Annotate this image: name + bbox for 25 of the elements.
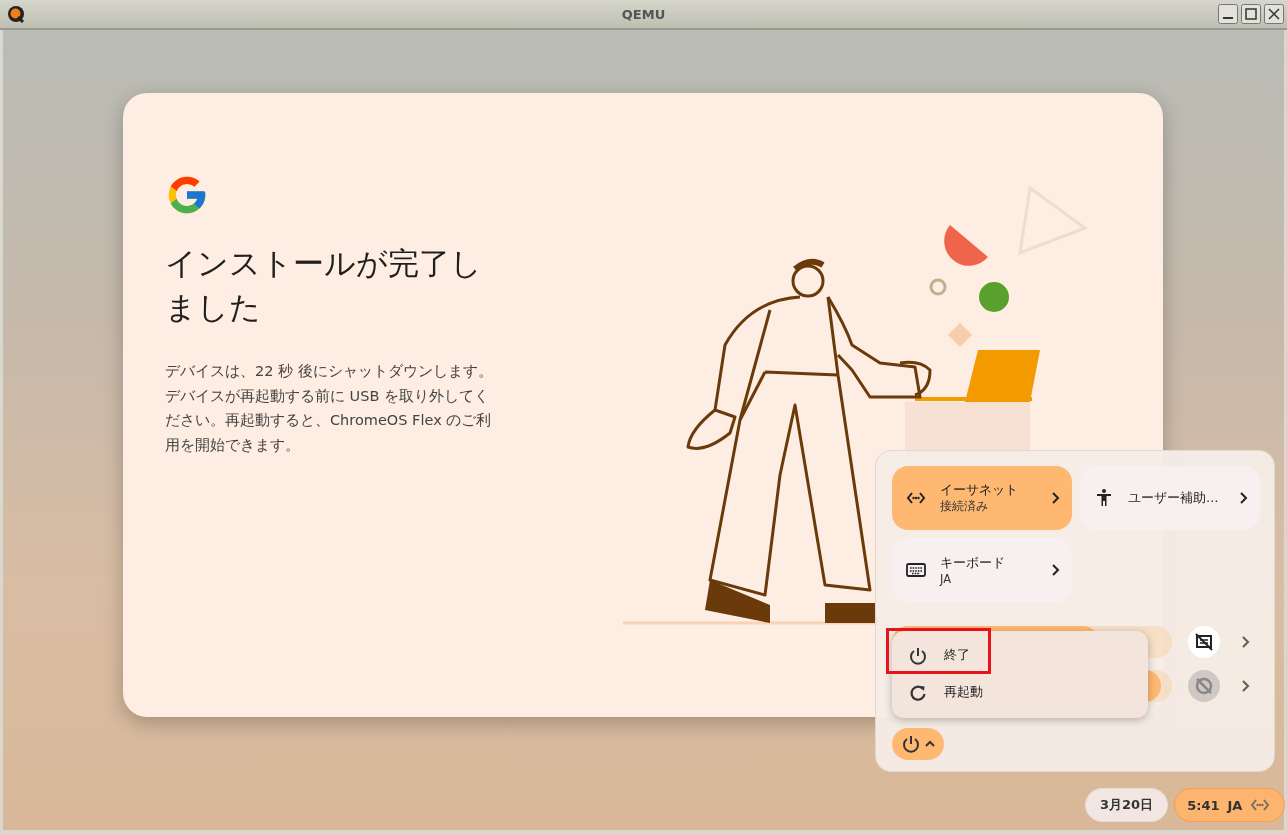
quick-settings-tile[interactable]: イーサネット 接続済み: [892, 466, 1072, 530]
chevron-right-icon: [1238, 491, 1248, 505]
display-off-button[interactable]: [1188, 626, 1220, 658]
date-button[interactable]: 3月20日: [1085, 788, 1169, 822]
power-menu-item[interactable]: 終了: [892, 637, 1148, 674]
status-tray-button[interactable]: 5:41 JA: [1174, 788, 1286, 822]
quick-settings-tile[interactable]: キーボード JA: [892, 538, 1072, 602]
maximize-button[interactable]: [1241, 4, 1261, 24]
power-icon: [908, 645, 928, 666]
chevron-right-icon[interactable]: [1240, 679, 1250, 693]
close-button[interactable]: [1264, 4, 1284, 24]
accessibility-icon: [1094, 488, 1114, 508]
quick-settings-tile[interactable]: ユーザー補助…: [1080, 466, 1260, 530]
chevron-right-icon[interactable]: [1240, 635, 1250, 649]
power-icon: [900, 734, 921, 754]
minimize-button[interactable]: [1218, 4, 1238, 24]
power-button[interactable]: [892, 728, 944, 760]
chevron-right-icon: [1050, 491, 1060, 505]
window-title: QEMU: [621, 6, 666, 22]
power-menu-item[interactable]: 再起動: [892, 674, 1148, 711]
chevron-right-icon: [1050, 563, 1060, 577]
app-logo-icon: [7, 5, 25, 23]
setup-title: インストールが完了しました: [165, 244, 483, 327]
keyboard-icon: [906, 560, 926, 580]
setup-message: デバイスは、22 秒 後にシャットダウンします。デバイスが再起動する前に USB を取り外してください。再起動すると、ChromeOS Flex のご利用を開始できます。: [165, 362, 494, 455]
